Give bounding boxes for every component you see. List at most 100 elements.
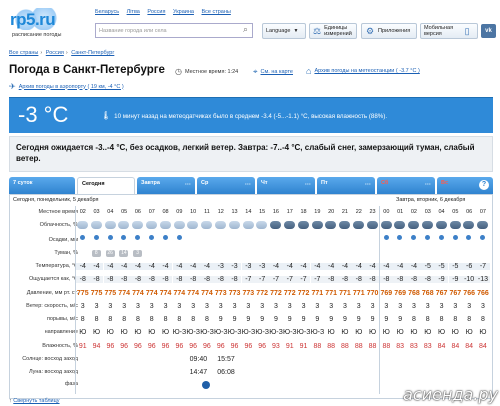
map-link[interactable]: ⌖ См. на карте (253, 67, 293, 77)
tab-today[interactable]: Сегодня (77, 177, 135, 195)
hour-cell: 05 (121, 209, 128, 215)
hour-cell: 03 (93, 209, 100, 215)
country-link-russia[interactable]: Россия (147, 9, 165, 15)
value-cell: Ю-З (283, 329, 297, 336)
day-tabs: 7 суток Сегодня Завтра ··· Ср ··· Чт ··· Пт… (9, 177, 493, 195)
tab-fri[interactable]: Пт ··· (317, 177, 375, 194)
value-cell: 8 (191, 316, 196, 323)
logo-subtitle: расписание погоды (12, 32, 62, 38)
cloud-icon (173, 221, 185, 229)
value-cell: 771 (311, 290, 324, 297)
value-cell: -3 (227, 263, 242, 270)
country-link-ukraine[interactable]: Украина (173, 9, 194, 15)
hour-cell: 00 (383, 209, 390, 215)
hour-cell: 19 (314, 209, 321, 215)
cloud-icon (201, 221, 213, 229)
value-cell: Ю (355, 329, 363, 336)
value-cell: 774 (132, 290, 144, 297)
cloud-icon (159, 221, 171, 229)
archive-link[interactable]: ⌂ Архив погоды на метеостанции ( -3.7 °C… (306, 66, 420, 76)
value-cell: Ю-З (241, 329, 256, 336)
search-icon[interactable]: ⌕ (243, 24, 248, 35)
current-message-text: 10 минут назад на метеодатчиках было в с… (114, 113, 388, 120)
tab-sun[interactable]: Вс? (437, 177, 493, 194)
gear-icon: ⚙ (365, 26, 375, 36)
airport-archive-link[interactable]: ✈ Архив погоды в аэропорту ( 19 км, -4 °… (9, 82, 124, 91)
moonrise-value: 14:47 (189, 369, 208, 376)
value-cell: 9 (342, 316, 347, 323)
value-cell: Ю (120, 329, 128, 336)
tab-wed[interactable]: Ср ··· (197, 177, 255, 194)
hour-cell: 20 (328, 209, 335, 215)
breadcrumb-russia[interactable]: Россия (46, 50, 64, 56)
value-cell: -4 (158, 263, 173, 270)
hour-cell: 03 (424, 209, 431, 215)
hour-cell: 07 (148, 209, 155, 215)
tab-sat[interactable]: Сб ··· (377, 177, 435, 194)
search-input[interactable]: Название города или села (95, 23, 253, 38)
value-cell: 91 (285, 343, 294, 350)
value-cell: 775 (90, 290, 103, 297)
vk-icon[interactable]: vk (481, 24, 496, 38)
value-cell: -8 (76, 276, 90, 283)
value-cell: 88 (327, 343, 336, 350)
mobile-version-button[interactable]: Мобильная версия ▯ (420, 23, 478, 39)
archive-link-text[interactable]: Архив погоды на метеостанции ( -3.7 °C ) (314, 68, 419, 74)
value-cell: 771 (325, 290, 337, 297)
day-separator (75, 206, 76, 394)
tab-tomorrow[interactable]: Завтра ··· (137, 177, 195, 194)
value-cell: Ю (93, 329, 101, 336)
snowflake-icon (438, 235, 444, 240)
country-link-all[interactable]: Все страны (201, 9, 230, 15)
tab-7days[interactable]: 7 суток (9, 177, 75, 194)
value-cell: 84 (451, 343, 460, 350)
value-cell: 88 (382, 343, 391, 350)
cloud-icon (477, 221, 489, 229)
value-cell: -3 (214, 263, 228, 270)
snowflake-icon (107, 235, 113, 240)
value-cell: 84 (437, 343, 446, 350)
value-cell: -4 (117, 263, 131, 270)
value-cell: 8 (149, 316, 154, 323)
value-cell: Ю (134, 329, 142, 336)
row-label: Местное время (38, 209, 78, 215)
value-cell: -4 (172, 263, 187, 270)
row-label: Влажность, % (42, 343, 78, 349)
value-cell: 3 (218, 303, 223, 310)
value-cell: 9 (246, 316, 251, 323)
map-link-text[interactable]: См. на карте (261, 69, 293, 75)
hour-cell: 13 (231, 209, 238, 215)
value-cell: 8 (411, 316, 416, 323)
value-cell: -8 (186, 276, 200, 283)
cloud-icon (449, 221, 461, 229)
help-icon[interactable]: ? (479, 180, 489, 190)
snowflake-icon (162, 235, 168, 240)
value-cell: -4 (283, 263, 297, 270)
value-cell: 88 (313, 343, 322, 350)
country-link-belarus[interactable]: Беларусь (95, 9, 119, 15)
value-cell: 8 (135, 316, 140, 323)
breadcrumb-spb[interactable]: Санкт-Петербург (71, 50, 114, 56)
site-logo[interactable]: rp5.ru расписание погоды (6, 4, 68, 44)
collapse-table-text[interactable]: Свернуть таблицу (13, 398, 59, 404)
value-cell: 3 (480, 303, 485, 310)
airport-link-text[interactable]: Архив погоды в аэропорту ( 19 км, -4 °C … (19, 84, 124, 90)
value-cell: Ю (451, 329, 459, 336)
apps-button[interactable]: ⚙ Приложения (361, 23, 417, 39)
value-cell: 773 (214, 290, 227, 297)
value-cell: 9 (301, 316, 306, 323)
house-icon: ⌂ (306, 66, 312, 76)
value-cell: 96 (134, 343, 142, 350)
breadcrumb-all-countries[interactable]: Все страны (9, 50, 38, 56)
language-button[interactable]: Language ▼ (262, 23, 306, 39)
value-cell: 772 (283, 290, 296, 297)
collapse-table-link[interactable]: ↑ Свернуть таблицу (9, 398, 60, 404)
value-cell: 3 (315, 303, 320, 310)
units-button[interactable]: ⚖ Единицы измерений (309, 23, 357, 39)
row-label: Луна: восход заход (28, 369, 78, 375)
country-link-lithuania[interactable]: Літва (127, 9, 140, 15)
value-cell: Ю (162, 329, 170, 336)
value-cell: 3 (439, 303, 444, 310)
cloud-icon (118, 221, 130, 229)
tab-thu[interactable]: Чт ··· (257, 177, 315, 194)
